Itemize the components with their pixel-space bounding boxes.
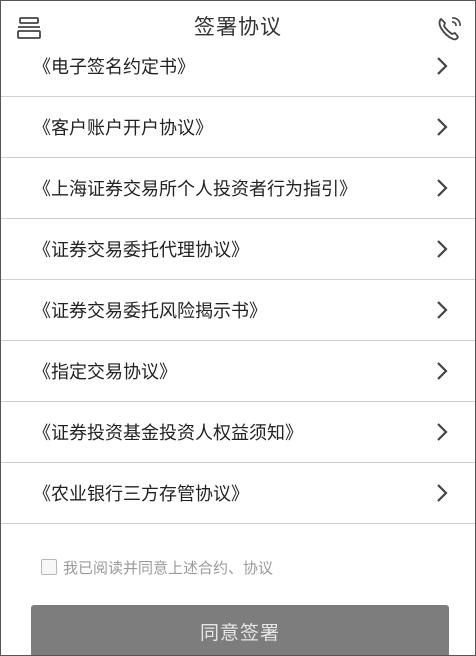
consent-row: 我已阅读并同意上述合约、协议 (41, 556, 273, 578)
chevron-right-icon (437, 179, 448, 197)
agreement-item-designated-trading[interactable]: 《指定交易协议》 (1, 341, 475, 402)
agree-sign-button[interactable]: 同意签署 (31, 605, 449, 655)
agreement-item-e-signature[interactable]: 《电子签名约定书》 (1, 35, 475, 97)
chevron-right-icon (437, 423, 448, 441)
agreement-item-risk-disclosure[interactable]: 《证券交易委托风险揭示书》 (1, 280, 475, 341)
chevron-right-icon (437, 362, 448, 380)
agreement-label: 《指定交易协议》 (33, 362, 177, 383)
agreement-item-sse-investor-guide[interactable]: 《上海证券交易所个人投资者行为指引》 (1, 158, 475, 219)
consent-label: 我已阅读并同意上述合约、协议 (63, 558, 274, 577)
chevron-right-icon (437, 118, 448, 136)
screen: 签署协议 《电子签名约定书》 《客户账户开户协议》 《上海证券交易所个人投资者行… (0, 0, 476, 656)
agreement-label: 《证券交易委托代理协议》 (33, 240, 249, 261)
agreement-item-account-opening[interactable]: 《客户账户开户协议》 (1, 97, 475, 158)
chevron-right-icon (437, 301, 448, 319)
agreement-label: 《农业银行三方存管协议》 (33, 484, 249, 505)
agreement-item-fund-investor-rights[interactable]: 《证券投资基金投资人权益须知》 (1, 402, 475, 463)
chevron-right-icon (437, 484, 448, 502)
agreement-item-trading-agency[interactable]: 《证券交易委托代理协议》 (1, 219, 475, 280)
chevron-right-icon (437, 56, 448, 75)
agreement-label: 《证券投资基金投资人权益须知》 (33, 423, 303, 444)
agreement-label: 《客户账户开户协议》 (33, 118, 213, 139)
agreement-label: 《上海证券交易所个人投资者行为指引》 (33, 179, 357, 200)
agreement-label: 《电子签名约定书》 (33, 56, 195, 78)
agreement-list: 《电子签名约定书》 《客户账户开户协议》 《上海证券交易所个人投资者行为指引》 … (1, 35, 475, 524)
consent-checkbox[interactable] (41, 559, 57, 575)
chevron-right-icon (437, 240, 448, 258)
agreement-item-abc-custody[interactable]: 《农业银行三方存管协议》 (1, 463, 475, 524)
agreement-label: 《证券交易委托风险揭示书》 (33, 301, 267, 322)
